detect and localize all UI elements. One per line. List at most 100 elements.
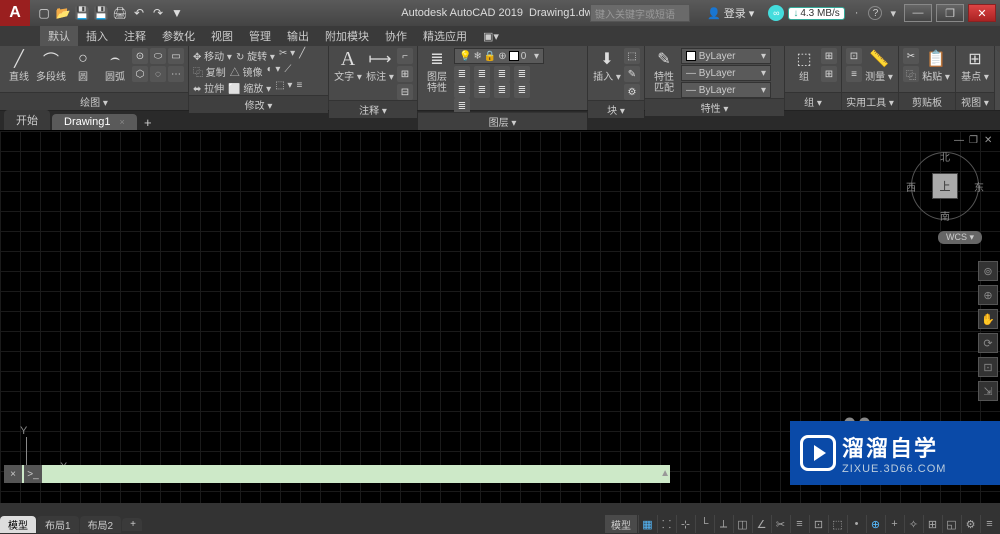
- app-logo[interactable]: A: [0, 0, 30, 26]
- panel-draw-title[interactable]: 绘图 ▾: [0, 92, 188, 110]
- status-btn-16[interactable]: ⊞: [923, 515, 941, 533]
- arc-button[interactable]: ⌢圆弧: [100, 48, 130, 83]
- status-btn-10[interactable]: ⊡: [809, 515, 827, 533]
- menu-addins[interactable]: 附加模块: [317, 26, 377, 46]
- help-icon[interactable]: ?: [868, 6, 882, 20]
- menu-collaborate[interactable]: 协作: [377, 26, 415, 46]
- viewcube-east[interactable]: 东: [974, 179, 984, 194]
- viewcube-north[interactable]: 北: [940, 149, 950, 164]
- menu-expand-icon[interactable]: ▣▾: [475, 28, 507, 45]
- cmd-close-button[interactable]: ×: [4, 465, 22, 483]
- annotate-tool-2[interactable]: ⊞: [397, 66, 413, 82]
- menu-annotate[interactable]: 注释: [116, 26, 154, 46]
- tab-drawing1[interactable]: Drawing1 ×: [52, 114, 137, 130]
- status-btn-6[interactable]: ◫: [733, 515, 751, 533]
- status-btn-12[interactable]: •: [847, 515, 865, 533]
- match-properties-button[interactable]: ✎特性 匹配: [649, 48, 679, 94]
- maximize-button[interactable]: ❐: [936, 4, 964, 22]
- viewcube-south[interactable]: 南: [940, 208, 950, 223]
- qat-undo-icon[interactable]: ↶: [131, 5, 147, 21]
- panel-modify-title[interactable]: 修改 ▾: [189, 95, 328, 113]
- menu-manage[interactable]: 管理: [241, 26, 279, 46]
- cloud-icon[interactable]: ∞: [768, 5, 784, 21]
- panel-clipboard-title[interactable]: 剪贴板: [899, 92, 955, 110]
- canvas-max-button[interactable]: ❐: [969, 135, 981, 147]
- color-combo[interactable]: ByLayer▾: [681, 48, 771, 64]
- status-btn-9[interactable]: ≡: [790, 515, 808, 533]
- status-btn-13[interactable]: ⊕: [866, 515, 884, 533]
- status-btn-5[interactable]: ⟂: [714, 515, 732, 533]
- layer-properties-button[interactable]: ≣图层 特性: [422, 48, 452, 94]
- help-dropdown-icon[interactable]: ▾: [890, 7, 896, 20]
- menu-default[interactable]: 默认: [40, 26, 78, 46]
- canvas-close-button[interactable]: ✕: [984, 135, 996, 147]
- qat-print-icon[interactable]: 🖨: [112, 5, 128, 21]
- panel-annotate-title[interactable]: 注释 ▾: [329, 100, 417, 118]
- panel-view-title[interactable]: 视图 ▾: [956, 92, 994, 110]
- status-model-label[interactable]: 模型: [605, 515, 637, 533]
- rotate-button[interactable]: ↻ 旋转 ▾: [236, 48, 275, 63]
- menu-view[interactable]: 视图: [203, 26, 241, 46]
- util-tool-2[interactable]: ≡: [846, 66, 862, 82]
- status-btn-8[interactable]: ✂: [771, 515, 789, 533]
- status-btn-7[interactable]: ∠: [752, 515, 770, 533]
- status-btn-15[interactable]: ✧: [904, 515, 922, 533]
- nav-wheel-button[interactable]: ⊚: [978, 261, 998, 281]
- status-btn-3[interactable]: ⊹: [676, 515, 694, 533]
- login-area[interactable]: 👤 登录 ▾: [707, 5, 754, 21]
- trim-button[interactable]: ✂ ▾: [279, 48, 295, 63]
- menu-insert[interactable]: 插入: [78, 26, 116, 46]
- command-input[interactable]: [42, 465, 670, 483]
- group-tool-2[interactable]: ⊞: [821, 66, 837, 82]
- qat-open-icon[interactable]: 📂: [55, 5, 71, 21]
- qat-dropdown-icon[interactable]: ▼: [169, 5, 185, 21]
- draw-tool-5[interactable]: ◌: [150, 66, 166, 82]
- panel-utilities-title[interactable]: 实用工具 ▾: [842, 92, 898, 110]
- layout-add-button[interactable]: +: [122, 518, 142, 531]
- paste-button[interactable]: 📋粘贴 ▾: [921, 48, 951, 83]
- minimize-button[interactable]: —: [904, 4, 932, 22]
- block-tool-2[interactable]: ✎: [624, 66, 640, 82]
- draw-tool-1[interactable]: ⊙: [132, 48, 148, 64]
- group-tool-1[interactable]: ⊞: [821, 48, 837, 64]
- status-btn-17[interactable]: ◱: [942, 515, 960, 533]
- layer-tool-5[interactable]: ≣: [454, 82, 470, 98]
- layer-tool-6[interactable]: ≣: [474, 82, 490, 98]
- group-button[interactable]: ⬚组: [789, 48, 819, 83]
- nav-showmotion-button[interactable]: ⊡: [978, 357, 998, 377]
- block-tool-1[interactable]: ⬚: [624, 48, 640, 64]
- scale-button[interactable]: ⬜ 缩放 ▾: [228, 80, 271, 95]
- layer-tool-8[interactable]: ≣: [514, 82, 530, 98]
- copy-clip-button[interactable]: ⿻: [903, 66, 919, 82]
- base-button[interactable]: ⊞基点 ▾: [960, 48, 990, 83]
- util-tool-1[interactable]: ⊡: [846, 48, 862, 64]
- nav-pan-button[interactable]: ✋: [978, 309, 998, 329]
- draw-tool-6[interactable]: ⋯: [168, 66, 184, 82]
- dimension-button[interactable]: ⟼标注 ▾: [365, 48, 395, 83]
- menu-parametric[interactable]: 参数化: [154, 26, 203, 46]
- measure-button[interactable]: 📏测量 ▾: [864, 48, 894, 83]
- drawing-canvas[interactable]: — ❐ ✕ 上 北 南 东 西 WCS ▾ ⊚ ⊕ ✋ ⟳ ⊡ ⇲ 77 Y X…: [0, 131, 1000, 503]
- layer-tool-4[interactable]: ≣: [514, 66, 530, 82]
- modify-tool-3[interactable]: ≡: [296, 80, 302, 95]
- layout-2-tab[interactable]: 布局2: [80, 516, 122, 533]
- draw-tool-4[interactable]: ⬡: [132, 66, 148, 82]
- layer-tool-2[interactable]: ≣: [474, 66, 490, 82]
- nav-extents-button[interactable]: ⇲: [978, 381, 998, 401]
- layer-combo[interactable]: 💡 ❄ 🔒 ⊕ 0 ▾: [454, 48, 544, 64]
- tab-start[interactable]: 开始: [4, 110, 50, 130]
- status-settings-button[interactable]: ⚙: [961, 515, 979, 533]
- fillet-button[interactable]: ◐ ▾: [267, 64, 281, 79]
- array-button[interactable]: ⬚ ▾: [275, 80, 292, 95]
- nav-zoom-button[interactable]: ⊕: [978, 285, 998, 305]
- status-btn-4[interactable]: └: [695, 515, 713, 533]
- draw-tool-3[interactable]: ▭: [168, 48, 184, 64]
- layout-model-tab[interactable]: 模型: [0, 516, 36, 533]
- view-cube[interactable]: 上 北 南 东 西: [910, 151, 980, 221]
- close-button[interactable]: ✕: [968, 4, 996, 22]
- layer-tool-1[interactable]: ≣: [454, 66, 470, 82]
- viewcube-west[interactable]: 西: [906, 179, 916, 194]
- panel-group-title[interactable]: 组 ▾: [785, 92, 841, 110]
- nav-orbit-button[interactable]: ⟳: [978, 333, 998, 353]
- menu-output[interactable]: 输出: [279, 26, 317, 46]
